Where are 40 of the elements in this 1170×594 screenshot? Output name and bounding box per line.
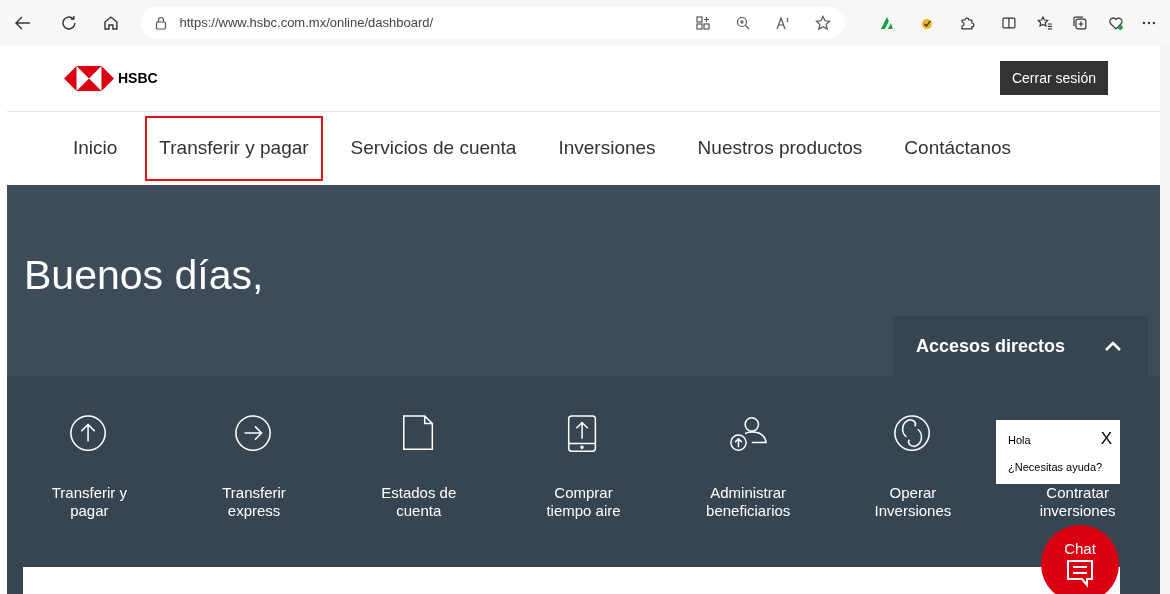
scrollbar[interactable]	[1160, 45, 1170, 594]
user-upload-icon[interactable]	[728, 414, 769, 454]
star-icon[interactable]	[815, 14, 832, 31]
reload-icon[interactable]	[59, 13, 78, 32]
logo-icon	[64, 65, 114, 91]
popup-greeting: Hola	[1008, 433, 1031, 448]
collections-icon[interactable]	[1072, 14, 1089, 31]
apps-icon[interactable]	[695, 14, 712, 31]
shortcut-link[interactable]: Administrar beneficiarios	[698, 484, 799, 520]
url-text: https://www.hsbc.com.mx/online/dashboard/	[179, 13, 435, 32]
favorites-icon[interactable]	[1036, 14, 1053, 31]
puzzle-icon[interactable]	[958, 14, 975, 31]
nav-tab[interactable]: Inicio	[59, 116, 132, 181]
shortcut-link[interactable]: Transferir y pagar	[39, 484, 140, 520]
close-button[interactable]: X	[1100, 430, 1112, 447]
health-icon[interactable]	[1108, 14, 1125, 31]
shortcut-link[interactable]: Operar Inversiones	[862, 484, 963, 520]
shortcut-link[interactable]: Contratar inversiones	[1027, 484, 1128, 520]
nav-tab[interactable]: Transferir y pagar	[145, 116, 323, 181]
shortcut-link[interactable]: Estados de cuenta	[368, 484, 469, 520]
more-icon[interactable]	[1142, 20, 1156, 25]
lock-icon	[155, 15, 168, 30]
chevron-up-icon	[1104, 340, 1122, 352]
home-icon[interactable]	[101, 13, 120, 32]
nav-tab[interactable]: Nuestros productos	[683, 116, 877, 181]
greeting-heading: Buenos días,	[24, 251, 264, 300]
shortcut-link[interactable]: Transferir express	[204, 484, 305, 520]
address-bar[interactable]: https://www.hsbc.com.mx/online/dashboard/	[141, 6, 846, 39]
popup-question: ¿Necesitas ayuda?	[1008, 460, 1103, 475]
brand-name: HSBC	[118, 68, 158, 88]
nav-tab[interactable]: Servicios de cuenta	[336, 116, 531, 181]
chat-icon	[1065, 557, 1095, 588]
shortcuts-toggle[interactable]: Accesos directos	[893, 316, 1148, 376]
nav-tab[interactable]: Contáctanos	[890, 116, 1026, 181]
shortcut-link[interactable]: Comprar tiempo aire	[533, 484, 634, 520]
logout-button[interactable]: Cerrar sesión	[999, 61, 1108, 95]
split-screen-icon[interactable]	[1000, 14, 1017, 31]
nav-tab[interactable]: Inversiones	[544, 116, 670, 181]
zoom-icon[interactable]	[735, 14, 752, 31]
cycle-icon[interactable]	[892, 414, 933, 454]
